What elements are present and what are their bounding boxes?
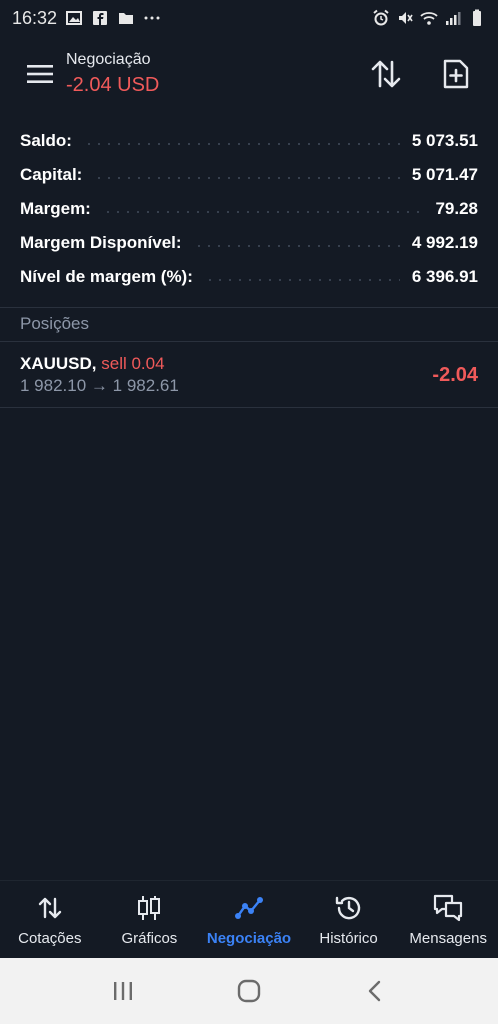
position-profit: -2.04 [432, 363, 478, 386]
battery-icon [468, 9, 486, 27]
nav-item-history[interactable]: Histórico [299, 881, 399, 958]
nav-item-messages[interactable]: Mensagens [398, 881, 498, 958]
summary-row-equity: Capital: 5 071.47 [20, 158, 478, 192]
hamburger-icon [26, 63, 54, 85]
account-summary: Saldo: 5 073.51 Capital: 5 071.47 Margem… [20, 124, 478, 294]
open-price: 1 982.10 [20, 376, 87, 395]
summary-value: 6 396.91 [411, 267, 478, 286]
back-chevron-icon [365, 979, 385, 1003]
nav-item-charts[interactable]: Gráficos [100, 881, 200, 958]
summary-label: Margem Disponível: [20, 233, 182, 252]
dotted-leader [204, 279, 400, 281]
position-symbol: XAUUSD, [20, 354, 97, 373]
candlestick-icon [133, 892, 165, 924]
wifi-icon [420, 9, 438, 27]
summary-row-margin: Margem: 79.28 [20, 192, 478, 226]
summary-label: Capital: [20, 165, 83, 184]
dotted-leader [83, 143, 400, 145]
summary-value: 79.28 [435, 199, 478, 218]
bottom-navigation: Cotações Gráficos Negociação Histórico M… [0, 880, 498, 958]
folder-icon [117, 9, 135, 27]
back-button[interactable] [355, 971, 395, 1011]
summary-row-margin-level: Nível de margem (%): 6 396.91 [20, 260, 478, 294]
divider [0, 341, 498, 342]
sort-arrows-icon [370, 59, 402, 89]
position-type: sell 0.04 [101, 354, 165, 373]
dotted-leader [193, 245, 400, 247]
summary-row-free-margin: Margem Disponível: 4 992.19 [20, 226, 478, 260]
nav-label: Negociação [206, 930, 292, 947]
facebook-icon [91, 9, 109, 27]
summary-label: Saldo: [20, 131, 72, 150]
nav-item-trade[interactable]: Negociação [199, 881, 299, 958]
new-order-button[interactable] [436, 54, 476, 94]
status-bar: 16:32 [0, 0, 498, 36]
page-title: Negociação [66, 51, 151, 68]
recent-apps-icon [111, 980, 135, 1002]
menu-button[interactable] [20, 54, 60, 94]
nav-label: Gráficos [121, 930, 178, 947]
home-icon [236, 978, 262, 1004]
summary-row-balance: Saldo: 5 073.51 [20, 124, 478, 158]
add-document-icon [442, 58, 470, 90]
image-icon [65, 9, 83, 27]
current-price: 1 982.61 [112, 376, 179, 395]
nav-item-quotes[interactable]: Cotações [0, 881, 100, 958]
signal-icon [444, 9, 462, 27]
section-title: Posições [20, 314, 89, 333]
history-icon [333, 892, 365, 924]
nav-label: Histórico [319, 930, 378, 947]
arrow-icon: → [90, 376, 108, 395]
status-time: 16:32 [12, 7, 58, 28]
summary-value: 5 073.51 [411, 131, 478, 150]
profit-summary: -2.04 USD [66, 74, 160, 96]
sort-button[interactable] [366, 54, 406, 94]
dotted-leader [102, 211, 424, 213]
nav-label: Cotações [18, 930, 82, 947]
divider [0, 407, 498, 408]
sort-arrows-icon [34, 892, 66, 924]
nav-label: Mensagens [409, 930, 487, 947]
summary-value: 5 071.47 [411, 165, 478, 184]
positions-section-header: Posições [0, 308, 498, 340]
mute-icon [396, 9, 414, 27]
home-button[interactable] [229, 971, 269, 1011]
summary-value: 4 992.19 [411, 233, 478, 252]
summary-label: Nível de margem (%): [20, 267, 193, 286]
summary-label: Margem: [20, 199, 91, 218]
position-row[interactable]: XAUUSD, sell 0.04 1 982.10 → 1 982.61 -2… [0, 344, 498, 406]
recent-apps-button[interactable] [103, 971, 143, 1011]
chat-icon [432, 892, 464, 924]
system-navigation-bar [0, 958, 498, 1024]
trend-line-icon [233, 892, 265, 924]
dotted-leader [94, 177, 400, 179]
app-header: Negociação -2.04 USD [0, 36, 498, 112]
alarm-icon [372, 9, 390, 27]
more-icon [143, 9, 161, 27]
